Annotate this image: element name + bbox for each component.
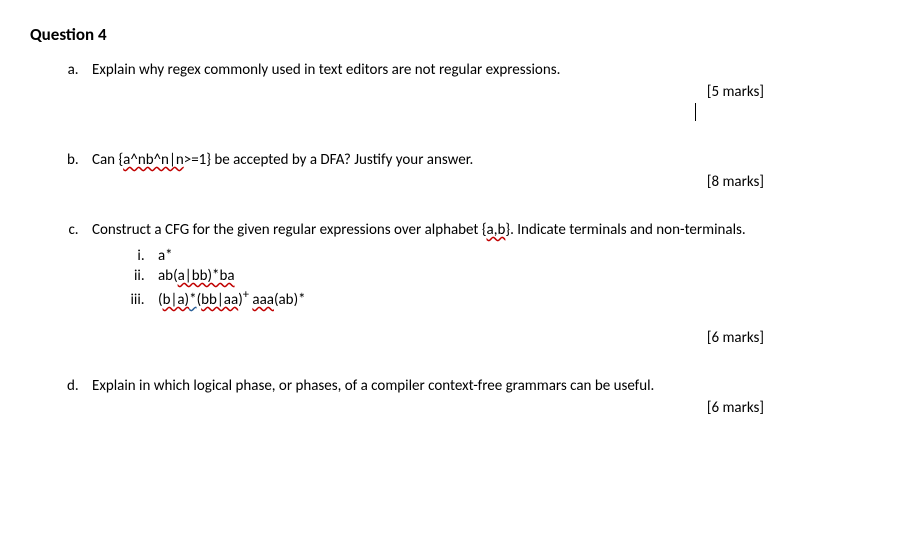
part-c-iii: (b|a)*(bb|aa)+ aaa(ab)* (148, 287, 894, 309)
text-cursor[interactable] (695, 103, 696, 121)
part-b-prefix: Can { (92, 151, 123, 169)
ciii-blue: * (189, 291, 196, 309)
part-d: Explain in which logical phase, or phase… (82, 377, 894, 417)
ci-text: a* (158, 247, 173, 265)
marks-row: [6 marks] (92, 399, 894, 417)
ciii-p5: (ab)* (274, 291, 306, 309)
parts-list: Explain why regex commonly used in text … (30, 61, 894, 417)
part-c-ii: ab(a|bb)*ba (148, 267, 894, 285)
part-d-text: Explain in which logical phase, or phase… (92, 377, 654, 395)
cursor-row (92, 103, 696, 121)
part-c-after: }. Indicate terminals and non-terminals. (505, 221, 745, 239)
part-c-i: a* (148, 247, 894, 265)
part-a: Explain why regex commonly used in text … (82, 61, 894, 121)
marks-row: [6 marks] (92, 329, 894, 347)
part-c: Construct a CFG for the given regular ex… (82, 221, 894, 347)
marks-row: [5 marks] (92, 83, 894, 101)
part-b-suffix: >=1} be accepted by a DFA? Justify your … (184, 151, 474, 169)
ciii-sq2: bb|aa (201, 291, 238, 309)
question-title: Question 4 (30, 24, 894, 45)
cii-p1: ab( (158, 267, 178, 285)
marks-row: [8 marks] (92, 173, 894, 191)
part-c-ab: a,b (487, 221, 506, 239)
marks-c: [6 marks] (707, 329, 764, 347)
marks-b: [8 marks] (707, 173, 764, 191)
marks-d: [6 marks] (707, 399, 764, 417)
ciii-sq3: aaa (252, 291, 274, 309)
sublist: a* ab(a|bb)*ba (b|a)*(bb|aa)+ aaa(ab)* (92, 247, 894, 309)
part-b: Can {a^nb^n|n>=1} be accepted by a DFA? … (82, 151, 894, 191)
part-a-text: Explain why regex commonly used in text … (92, 61, 560, 79)
marks-a: [5 marks] (707, 83, 764, 101)
part-b-squiggle: a^nb^n|n (123, 151, 184, 169)
ciii-sq1: b|a) (163, 291, 190, 309)
page: Question 4 Explain why regex commonly us… (0, 0, 924, 471)
part-c-before: Construct a CFG for the given regular ex… (92, 221, 487, 239)
cii-sq1: a|bb)*ba (178, 267, 235, 285)
